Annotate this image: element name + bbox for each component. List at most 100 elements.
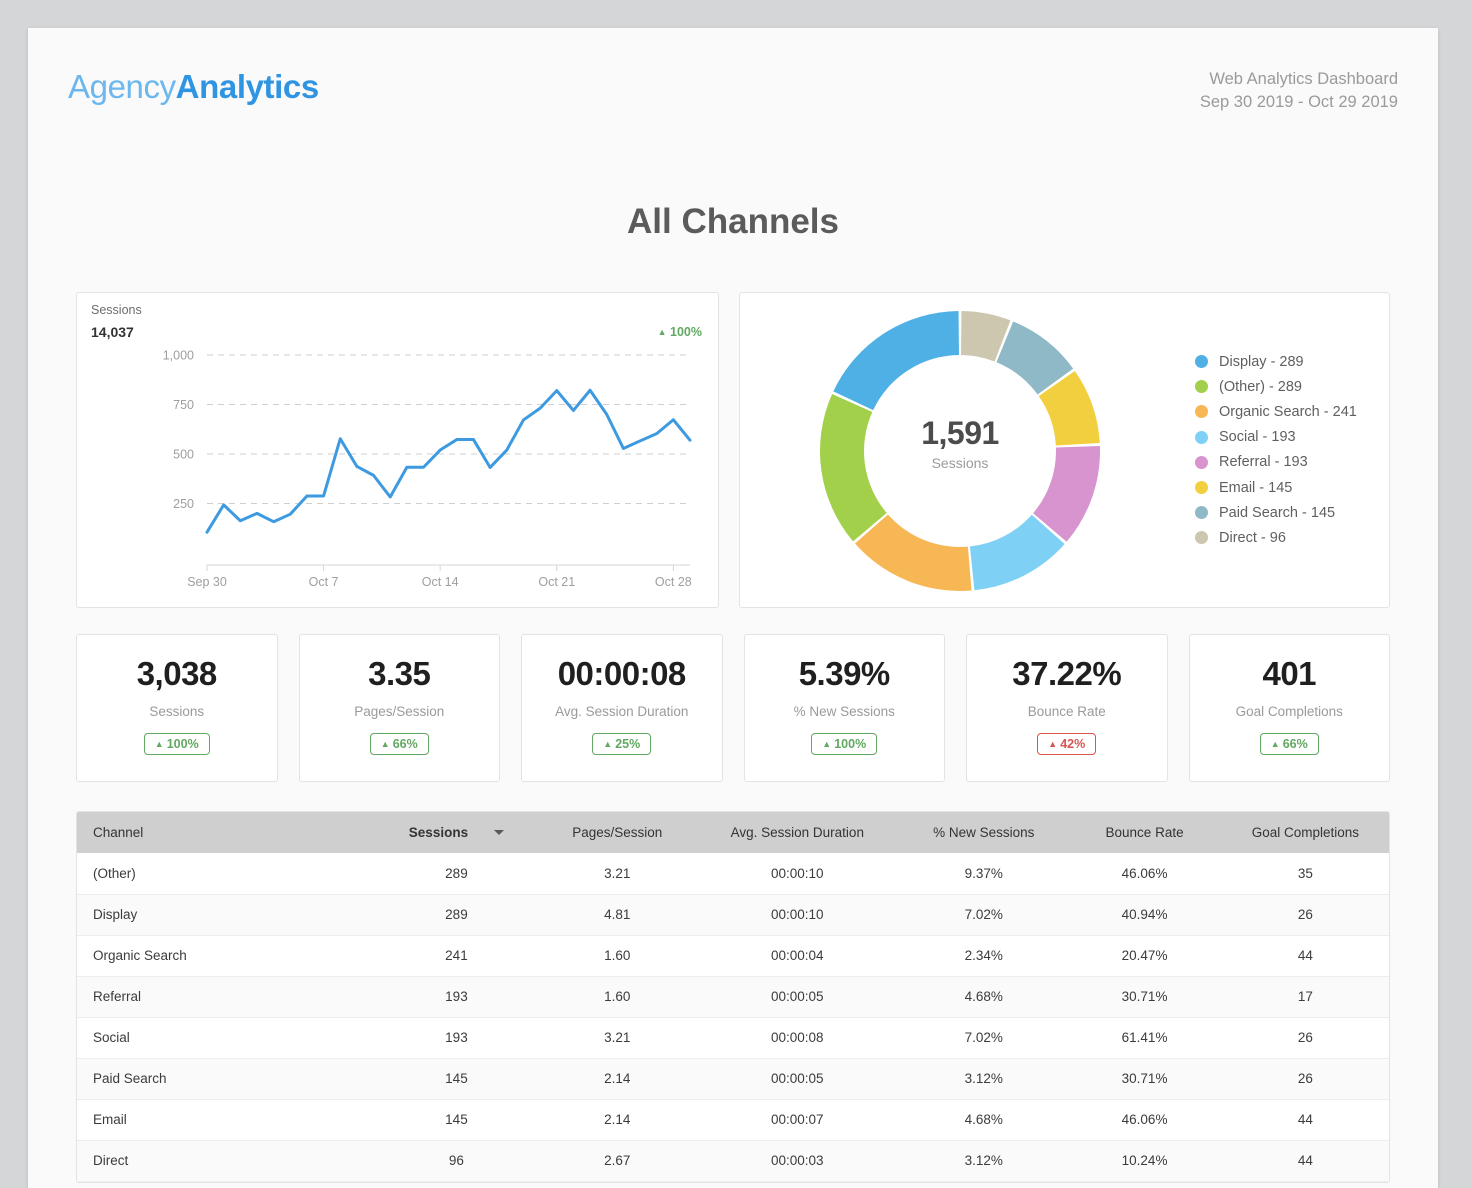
- report-title: Web Analytics Dashboard: [1209, 70, 1398, 88]
- cell-pages-session: 1.60: [540, 976, 695, 1018]
- table-row[interactable]: Direct 96 2.67 00:00:03 3.12% 10.24% 44: [77, 1140, 1389, 1182]
- header-meta: Web Analytics Dashboard Sep 30 2019 - Oc…: [1200, 68, 1398, 114]
- kpi-value: 401: [1262, 655, 1317, 692]
- trend-up-arrow-icon: ▲: [1270, 739, 1280, 749]
- kpi-label: Sessions: [149, 704, 205, 719]
- legend-item[interactable]: Direct - 96: [1195, 525, 1357, 550]
- legend-color-swatch-icon: [1195, 506, 1208, 520]
- cell-pages-session: 4.81: [540, 894, 695, 936]
- kpi-row: 3,038 Sessions ▲ 100% 3.35 Pages/Session ▲ 66% 0…: [76, 634, 1390, 782]
- legend-item-label: Referral - 193: [1219, 454, 1308, 471]
- cell-goal-completions: 44: [1221, 1099, 1389, 1141]
- cell-channel: Display: [77, 894, 373, 936]
- legend-color-swatch-icon: [1195, 455, 1208, 469]
- cell-bounce-rate: 10.24%: [1067, 1140, 1222, 1182]
- donut-chart-graphic: 1,591 Sessions: [750, 303, 1170, 599]
- channels-table: Channel Sessions Pages/Session Avg. Session…: [77, 812, 1389, 1182]
- legend-item[interactable]: Display - 289: [1195, 349, 1357, 374]
- cell-channel: Social: [77, 1017, 373, 1059]
- table-row[interactable]: Paid Search 145 2.14 00:00:05 3.12% 30.71% 26: [77, 1058, 1389, 1100]
- table-header-label: Sessions: [408, 825, 469, 840]
- sessions-line-chart-plot: 250 500 750 1,000 Sep 30 Oct 7 Oct 14 Oct 21 Oct…: [163, 349, 692, 590]
- sessions-line-chart-card: Sessions 14,037 ▲ 100% 250 500 750 1,000 Sep…: [76, 292, 719, 608]
- logo-text-analytics: Analytics: [175, 68, 320, 105]
- legend-item[interactable]: Paid Search - 145: [1195, 500, 1357, 525]
- kpi-label: Avg. Session Duration: [555, 704, 689, 719]
- sort-descending-caret-icon[interactable]: [494, 829, 505, 835]
- legend-item-label: (Other) - 289: [1219, 378, 1302, 395]
- table-header-label: Pages/Session: [572, 825, 663, 840]
- table-row[interactable]: Social 193 3.21 00:00:08 7.02% 61.41% 26: [77, 1017, 1389, 1059]
- cell-pages-session: 2.14: [540, 1099, 695, 1141]
- page-header: AgencyAnalytics Web Analytics Dashboard …: [28, 28, 1438, 140]
- legend-item-label: Paid Search - 145: [1219, 504, 1336, 521]
- table-header-goal-completions[interactable]: Goal Completions: [1221, 812, 1389, 853]
- legend-item[interactable]: (Other) - 289: [1195, 374, 1357, 399]
- cell-sessions: 145: [372, 1099, 541, 1141]
- cell-new-sessions: 9.37%: [900, 853, 1068, 895]
- table-header-sessions[interactable]: Sessions: [372, 812, 541, 853]
- line-chart-metric-value: 14,037: [91, 324, 134, 340]
- cell-bounce-rate: 20.47%: [1067, 935, 1222, 977]
- line-chart-metric-label: Sessions: [91, 303, 142, 317]
- y-axis-tick-label: 750: [173, 398, 194, 412]
- table-header-avg-session-duration[interactable]: Avg. Session Duration: [694, 812, 901, 853]
- kpi-value: 5.39%: [798, 655, 891, 692]
- cell-pages-session: 2.67: [540, 1140, 695, 1182]
- cell-sessions: 145: [372, 1058, 541, 1100]
- cell-sessions: 96: [372, 1140, 541, 1182]
- donut-segment[interactable]: [833, 311, 959, 411]
- kpi-change-value: 100%: [834, 737, 867, 751]
- cell-avg-duration: 00:00:07: [694, 1099, 901, 1141]
- table-row[interactable]: Referral 193 1.60 00:00:05 4.68% 30.71% 17: [77, 976, 1389, 1018]
- legend-item-label: Organic Search - 241: [1219, 403, 1357, 420]
- kpi-change-badge: ▲ 25%: [592, 733, 652, 755]
- kpi-change-value: 42%: [1060, 737, 1086, 751]
- donut-chart-legend: Display - 289 (Other) - 289 Organic Search…: [1195, 349, 1357, 551]
- cell-new-sessions: 7.02%: [900, 894, 1068, 936]
- cell-sessions: 193: [372, 1017, 541, 1059]
- table-header-label: Channel: [93, 825, 144, 840]
- kpi-change-badge: ▲ 66%: [1259, 733, 1319, 755]
- table-row[interactable]: Organic Search 241 1.60 00:00:04 2.34% 20.47%…: [77, 935, 1389, 977]
- table-header-bounce-rate[interactable]: Bounce Rate: [1067, 812, 1222, 853]
- table-body: (Other) 289 3.21 00:00:10 9.37% 46.06% 35 Displ…: [77, 853, 1389, 1182]
- legend-color-swatch-icon: [1195, 481, 1208, 495]
- cell-bounce-rate: 40.94%: [1067, 894, 1222, 936]
- cell-channel: (Other): [77, 853, 373, 895]
- cell-avg-duration: 00:00:05: [694, 1058, 901, 1100]
- y-axis-tick-label: 500: [173, 448, 194, 462]
- donut-center-label: Sessions: [931, 455, 989, 471]
- cell-avg-duration: 00:00:10: [694, 853, 901, 895]
- table-header-pages-session[interactable]: Pages/Session: [540, 812, 695, 853]
- kpi-label: % New Sessions: [793, 704, 895, 719]
- x-axis-tick-label: Oct 7: [309, 575, 339, 589]
- table-header-new-sessions[interactable]: % New Sessions: [900, 812, 1068, 853]
- table-row[interactable]: (Other) 289 3.21 00:00:10 9.37% 46.06% 35: [77, 853, 1389, 895]
- page-title: All Channels: [627, 202, 839, 241]
- legend-item[interactable]: Email - 145: [1195, 475, 1357, 500]
- table-header-row: Channel Sessions Pages/Session Avg. Session…: [77, 812, 1389, 853]
- kpi-card: 00:00:08 Avg. Session Duration ▲ 25%: [521, 634, 723, 782]
- kpi-value: 00:00:08: [557, 655, 687, 692]
- legend-item[interactable]: Referral - 193: [1195, 450, 1357, 475]
- cell-avg-duration: 00:00:04: [694, 935, 901, 977]
- trend-up-arrow-icon: ▲: [154, 739, 164, 749]
- legend-item[interactable]: Organic Search - 241: [1195, 399, 1357, 424]
- line-chart-trend-value: 100%: [670, 325, 702, 339]
- legend-color-swatch-icon: [1195, 430, 1208, 444]
- donut-segment[interactable]: [854, 514, 972, 591]
- table-row[interactable]: Email 145 2.14 00:00:07 4.68% 46.06% 44: [77, 1099, 1389, 1141]
- kpi-change-value: 66%: [392, 737, 418, 751]
- kpi-change-value: 66%: [1282, 737, 1308, 751]
- trend-up-arrow-icon: ▲: [1048, 739, 1058, 749]
- table-row[interactable]: Display 289 4.81 00:00:10 7.02% 40.94% 26: [77, 894, 1389, 936]
- table-header-channel[interactable]: Channel: [77, 812, 373, 853]
- sessions-line-series: [205, 388, 692, 534]
- legend-item[interactable]: Social - 193: [1195, 425, 1357, 450]
- cell-pages-session: 1.60: [540, 935, 695, 977]
- donut-center-value: 1,591: [921, 415, 999, 451]
- channels-table-container: Channel Sessions Pages/Session Avg. Session…: [76, 811, 1390, 1183]
- kpi-card: 37.22% Bounce Rate ▲ 42%: [966, 634, 1168, 782]
- kpi-value: 3.35: [368, 655, 431, 692]
